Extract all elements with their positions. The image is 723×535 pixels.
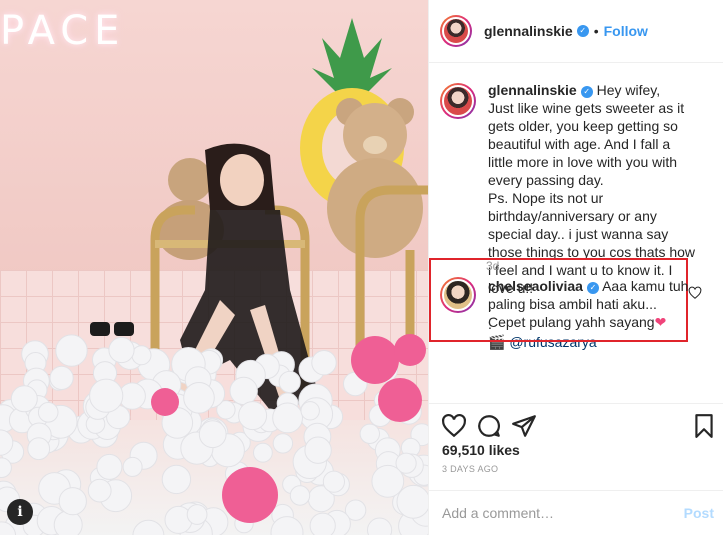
header-separator: • xyxy=(593,23,599,39)
comment-input[interactable] xyxy=(442,503,662,523)
comment-like-heart-icon[interactable] xyxy=(688,286,702,300)
post-sidebar: glennalinskie ✓ • Follow glennalinskie ✓ … xyxy=(428,0,723,535)
save-bookmark-icon[interactable] xyxy=(691,413,717,439)
comment-row: chelseaoliviaa ✓ Aaa kamu tuh paling bisa… xyxy=(440,277,710,331)
caption-avatar[interactable] xyxy=(440,83,476,119)
share-paper-plane-icon[interactable] xyxy=(511,413,537,439)
like-heart-icon[interactable] xyxy=(441,413,467,439)
action-bar xyxy=(429,403,723,443)
pink-heart-emoji: ❤ xyxy=(654,314,667,330)
post-date[interactable]: 3 DAYS AGO xyxy=(442,464,498,474)
add-comment-bar: Post xyxy=(429,490,723,535)
caption-line: Hey wifey, xyxy=(596,82,661,98)
caption-line: Just like wine gets sweeter as it gets o… xyxy=(488,100,685,188)
likes-count[interactable]: 69,510 likes xyxy=(442,442,520,458)
neon-sign-text: PACE xyxy=(0,8,126,54)
comment-username[interactable]: chelseaoliviaa xyxy=(488,278,583,294)
info-icon[interactable]: i xyxy=(7,499,33,525)
ball-pit xyxy=(0,334,428,535)
avatar[interactable] xyxy=(440,15,472,47)
comment-avatar[interactable] xyxy=(440,277,476,313)
verified-badge-icon: ✓ xyxy=(580,86,593,98)
follow-button[interactable]: Follow xyxy=(604,23,648,39)
post-photo[interactable]: PACE i xyxy=(0,0,428,535)
comment-bubble-icon[interactable] xyxy=(476,413,502,439)
header-username[interactable]: glennalinskie xyxy=(484,23,573,39)
verified-badge-icon: ✓ xyxy=(586,282,599,294)
caption-username[interactable]: glennalinskie xyxy=(488,82,577,98)
comments-area: glennalinskie ✓ Hey wifey, Just like wine… xyxy=(429,63,723,403)
pool-ladder-right xyxy=(355,185,428,360)
post-button[interactable]: Post xyxy=(684,505,714,521)
verified-badge-icon: ✓ xyxy=(576,25,589,37)
comment-text: chelseaoliviaa ✓ Aaa kamu tuh paling bisa… xyxy=(488,277,694,331)
post-header: glennalinskie ✓ • Follow xyxy=(429,0,723,63)
